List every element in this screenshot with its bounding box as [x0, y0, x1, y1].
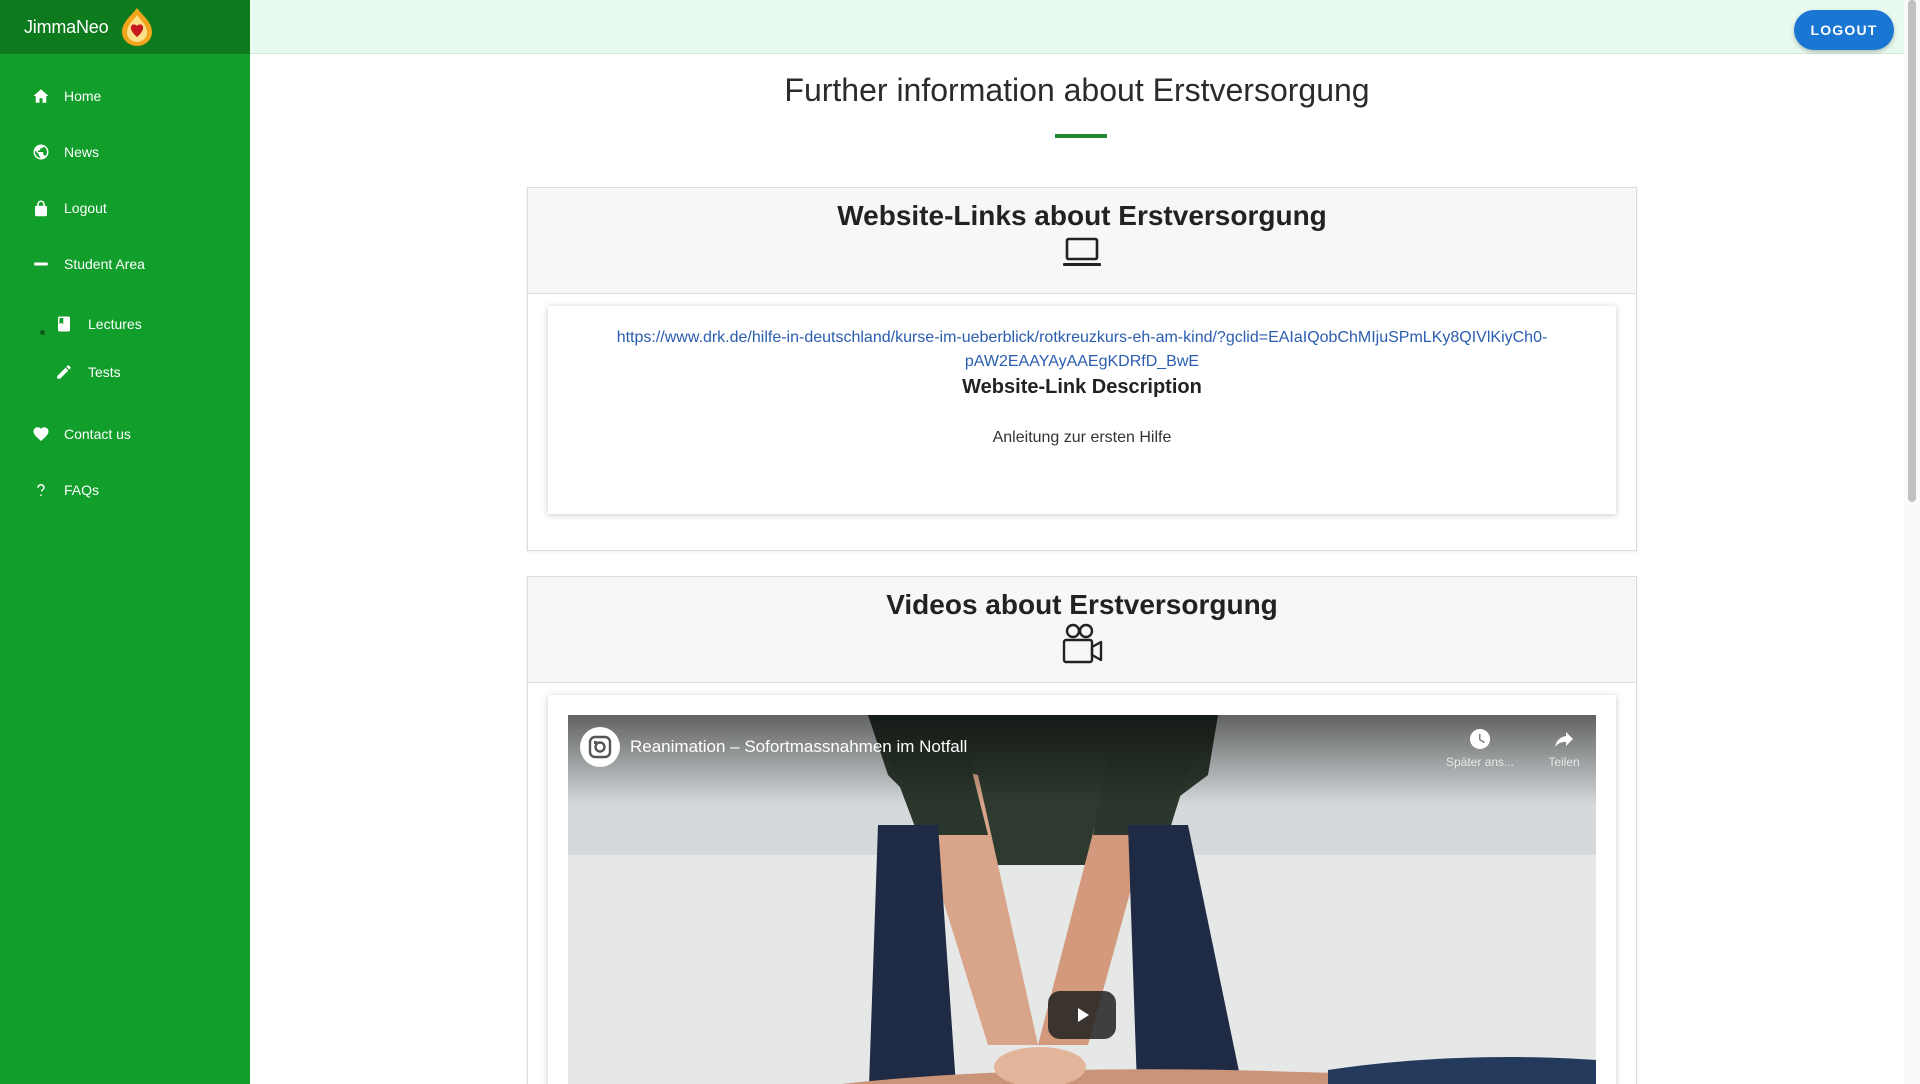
globe-icon	[31, 142, 51, 162]
watch-later-button[interactable]: Später ans...	[1440, 727, 1520, 769]
sidebar-item-faqs[interactable]: FAQs	[0, 462, 250, 518]
videos-header: Videos about Erstversorgung	[528, 577, 1636, 683]
sidebar-item-label: Home	[64, 88, 102, 104]
video-item: Reanimation – Sofortmassnahmen im Notfal…	[548, 695, 1616, 1084]
bullet-dot	[40, 330, 45, 335]
student-area-submenu: Lectures Tests	[0, 292, 250, 406]
videos-title: Videos about Erstversorgung	[886, 589, 1278, 620]
lock-icon	[31, 198, 51, 218]
channel-avatar-icon[interactable]	[580, 727, 620, 767]
website-link-description: Anleitung zur ersten Hilfe	[992, 429, 1172, 446]
website-links-header: Website-Links about Erstversorgung	[528, 188, 1636, 294]
video-player[interactable]: Reanimation – Sofortmassnahmen im Notfal…	[568, 715, 1596, 1084]
sidebar-item-lectures[interactable]: Lectures	[0, 300, 250, 348]
video-title[interactable]: Reanimation – Sofortmassnahmen im Notfal…	[630, 737, 967, 757]
book-icon	[54, 314, 74, 334]
clock-icon	[1470, 729, 1491, 749]
sidebar-item-tests[interactable]: Tests	[0, 348, 250, 396]
logo-icon	[122, 8, 153, 46]
sidebar-nav-bottom: Contact us FAQs	[0, 406, 250, 518]
title-underline	[1055, 134, 1107, 138]
logout-button[interactable]: LOGOUT	[1794, 10, 1894, 50]
play-button[interactable]	[1048, 991, 1116, 1039]
topbar: LOGOUT	[250, 0, 1904, 54]
page-title: Further information about Erstversorgung	[784, 72, 1370, 108]
sidebar-item-label: Logout	[64, 200, 107, 216]
website-links-card: Website-Links about Erstversorgung https…	[527, 187, 1637, 551]
website-link-description-title: Website-Link Description	[962, 376, 1202, 398]
brand[interactable]: JimmaNeo	[0, 0, 250, 54]
video-camera-icon	[1062, 623, 1103, 664]
sidebar-item-news[interactable]: News	[0, 124, 250, 180]
scrollbar-thumb[interactable]	[1908, 0, 1916, 502]
brand-name: JimmaNeo	[24, 16, 109, 37]
website-link-item: https://www.drk.de/hilfe-in-deutschland/…	[548, 306, 1616, 514]
pencil-icon	[54, 362, 74, 382]
sidebar-item-label: FAQs	[64, 482, 100, 498]
sidebar-item-label: Contact us	[64, 426, 131, 442]
sidebar-item-label: Student Area	[64, 256, 145, 272]
sidebar-item-student-area[interactable]: Student Area	[0, 236, 250, 292]
share-button[interactable]: Teilen	[1524, 727, 1596, 769]
share-label: Teilen	[1548, 755, 1580, 769]
website-links-title: Website-Links about Erstversorgung	[837, 200, 1327, 231]
sidebar-nav: Home News Logout Student Area	[0, 54, 250, 292]
sidebar-item-label: News	[64, 144, 100, 160]
home-icon	[31, 86, 51, 106]
play-icon	[1078, 1008, 1089, 1022]
sidebar-item-label: Tests	[88, 364, 121, 380]
heart-icon	[31, 424, 51, 444]
sidebar-item-logout[interactable]: Logout	[0, 180, 250, 236]
sidebar: JimmaNeo Home News Logout Student Area L…	[0, 0, 250, 1084]
share-icon	[1555, 732, 1573, 747]
videos-card: Videos about Erstversorgung Reanimation …	[527, 576, 1637, 1084]
laptop-icon	[1063, 237, 1101, 266]
website-link-url[interactable]: https://www.drk.de/hilfe-in-deutschland/…	[548, 306, 1616, 374]
main-content: Further information about Erstversorgung…	[250, 54, 1904, 1084]
sidebar-item-contact[interactable]: Contact us	[0, 406, 250, 462]
sidebar-item-label: Lectures	[88, 316, 142, 332]
page-scrollbar[interactable]	[1904, 0, 1920, 1084]
minus-icon	[31, 254, 51, 274]
question-icon	[31, 480, 51, 500]
sidebar-item-home[interactable]: Home	[0, 68, 250, 124]
watch-later-label: Später ans...	[1445, 755, 1515, 769]
